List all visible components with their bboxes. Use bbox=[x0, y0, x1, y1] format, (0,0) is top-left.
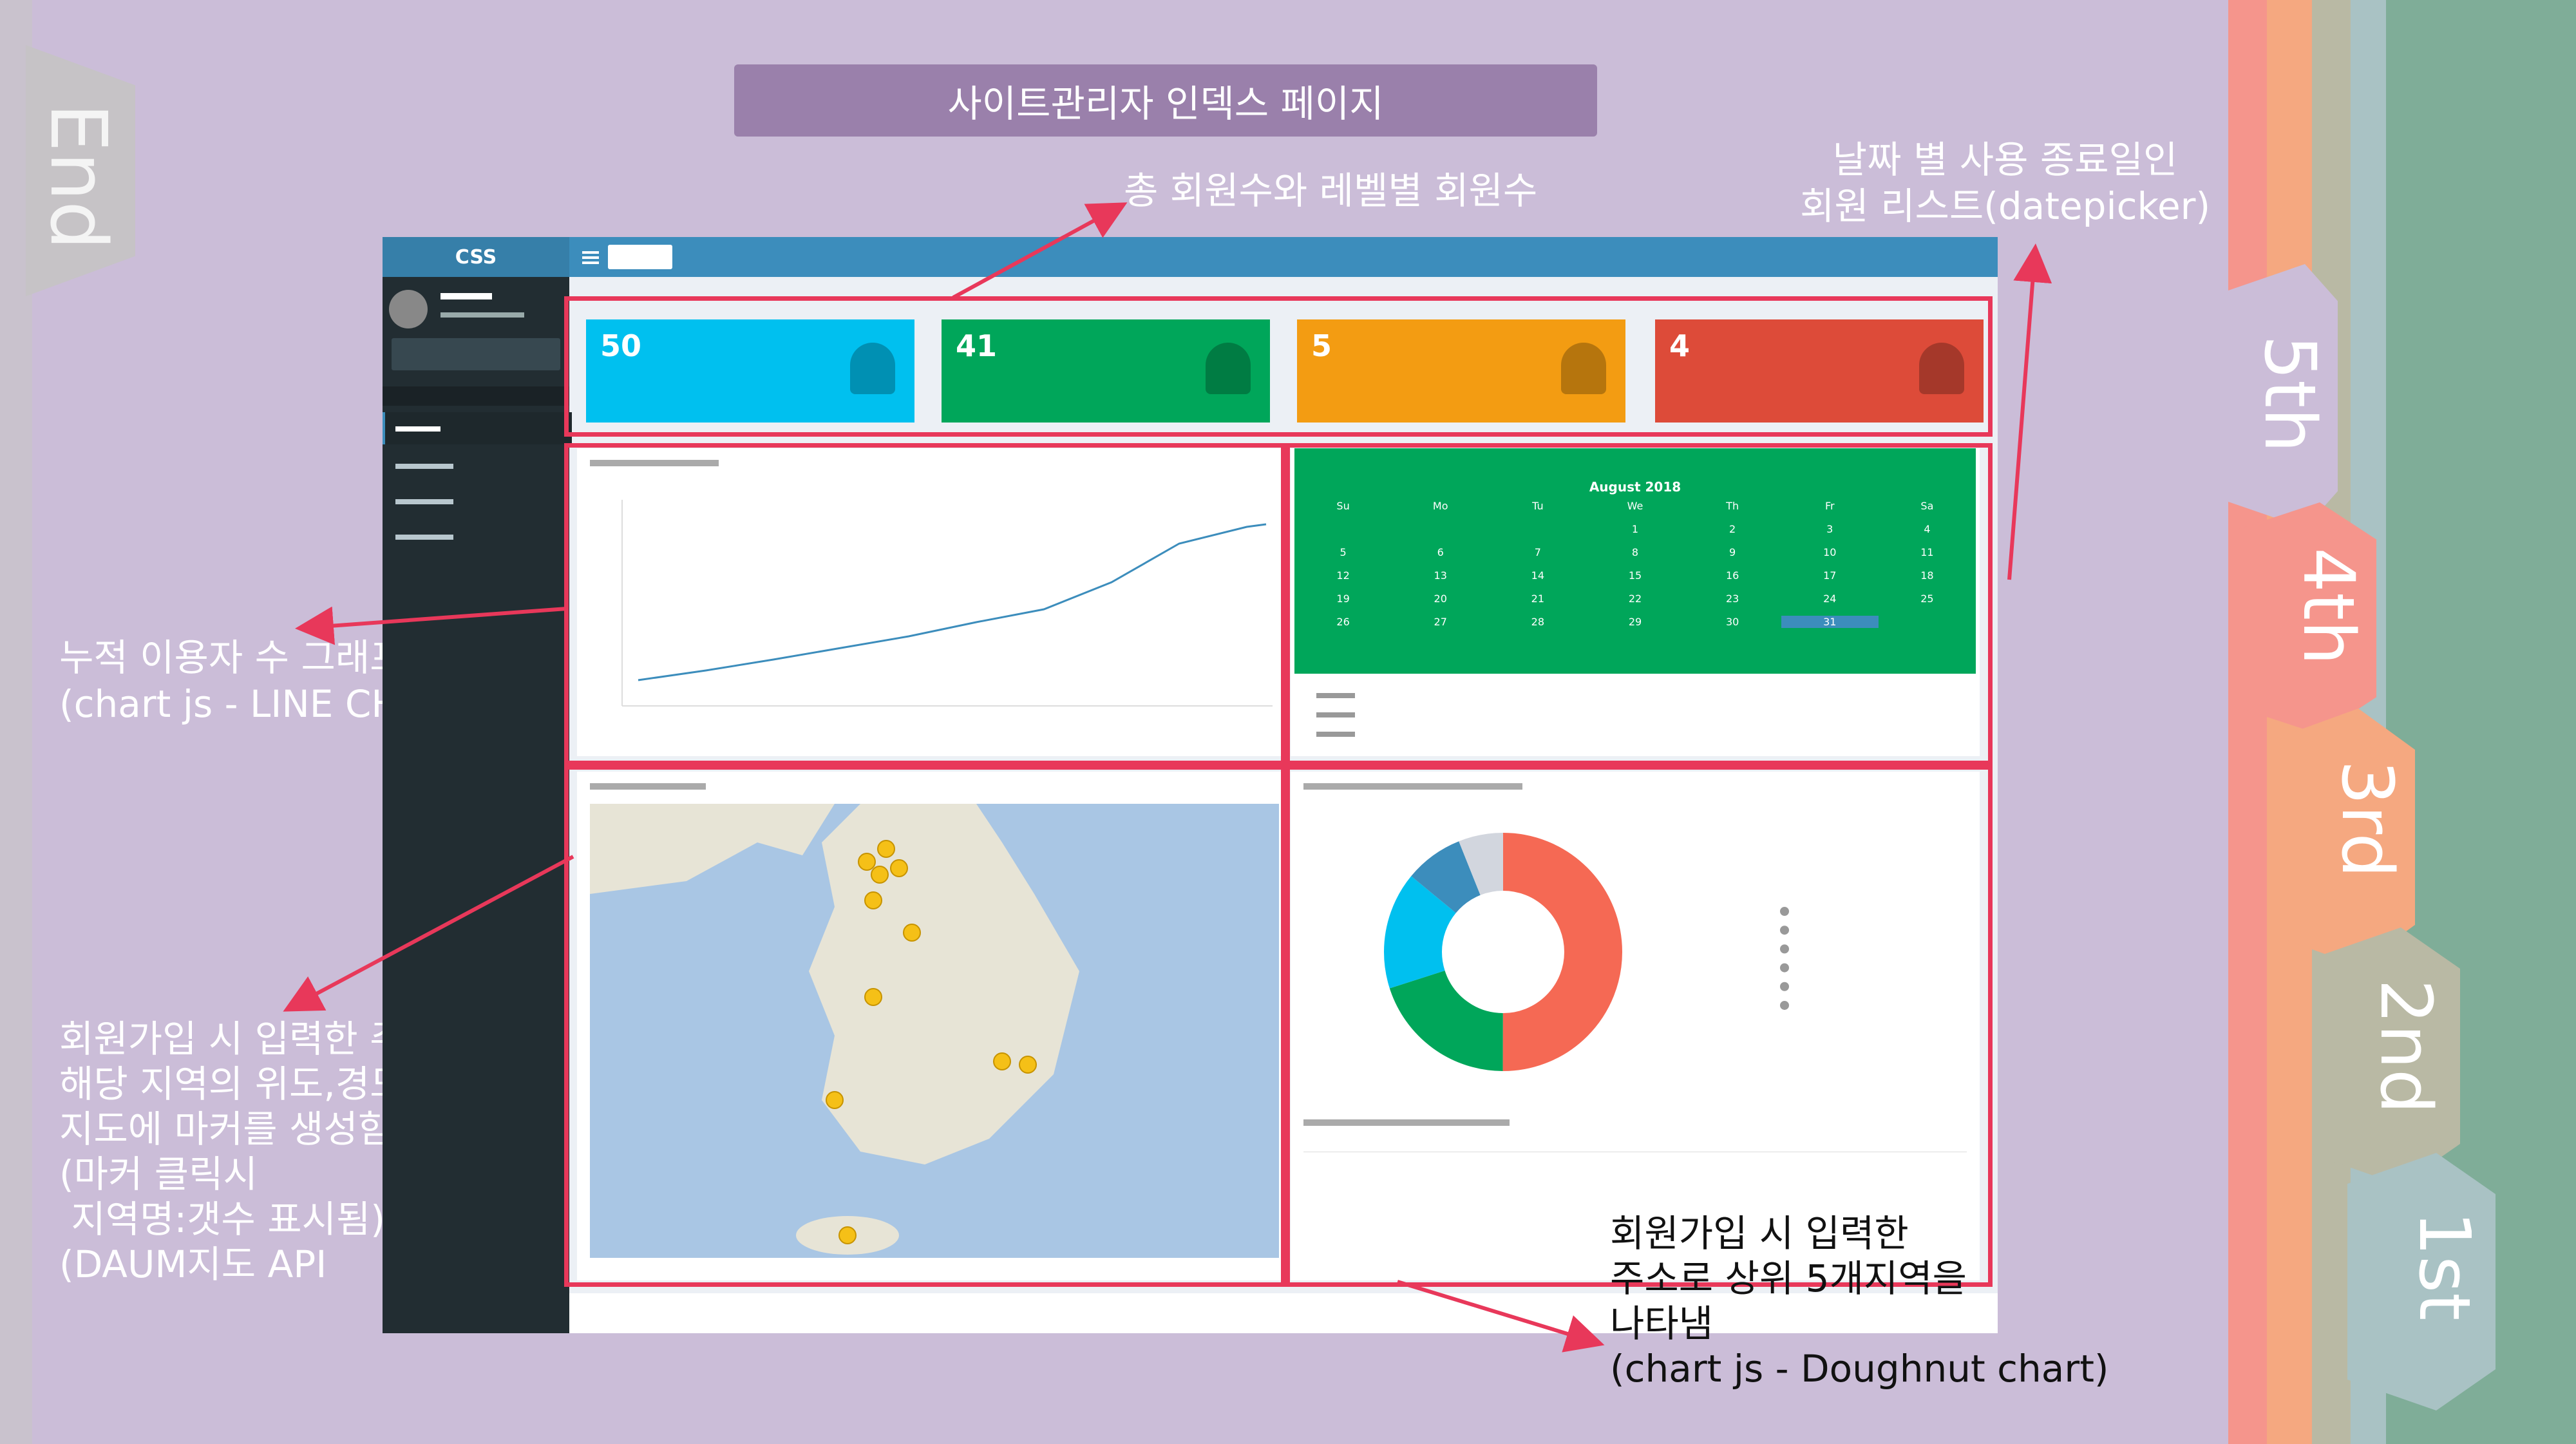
arrow-doughnut bbox=[1397, 1280, 1605, 1353]
arrow-line-chart bbox=[295, 606, 567, 645]
arrow-stats bbox=[952, 202, 1128, 299]
arrows-overlay bbox=[283, 202, 2052, 1353]
arrow-calendar bbox=[2007, 243, 2052, 580]
arrow-map bbox=[283, 855, 574, 1012]
